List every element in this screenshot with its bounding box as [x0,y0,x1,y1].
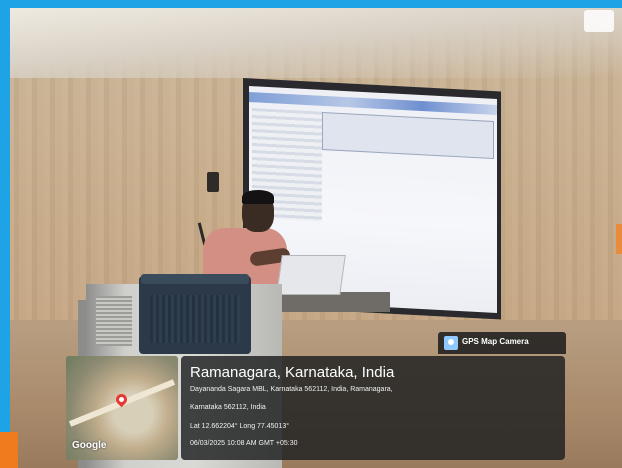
address-line-2: Karnataka 562112, India [190,404,266,411]
frame-corner [0,432,18,468]
frame-top [0,0,622,8]
wall-fixture [616,224,622,254]
presenter-hair [242,190,274,204]
ceiling [8,8,622,78]
lat-long: Lat 12.662204° Long 77.45013° [190,423,290,430]
podium-vent [96,296,132,346]
timestamp: 06/03/2025 10:08 AM GMT +05:30 [190,440,298,447]
frame-left [0,0,10,468]
map-camera-icon [444,336,458,350]
gps-app-label: GPS Map Camera [462,337,529,346]
ceiling-light [584,10,614,32]
podium-panel [150,295,240,343]
photo: GPS Map Camera Google Ramanagara, Karnat… [0,0,622,468]
laptop [276,255,346,295]
wall-camera [207,172,219,192]
location-title: Ramanagara, Karnataka, India [190,364,395,381]
podium-control-box-lid [141,274,249,284]
map-provider-logo: Google [72,440,107,451]
address-line-1: Dayananda Sagara MBL, Karnataka 562112, … [190,386,393,393]
table [282,292,390,312]
